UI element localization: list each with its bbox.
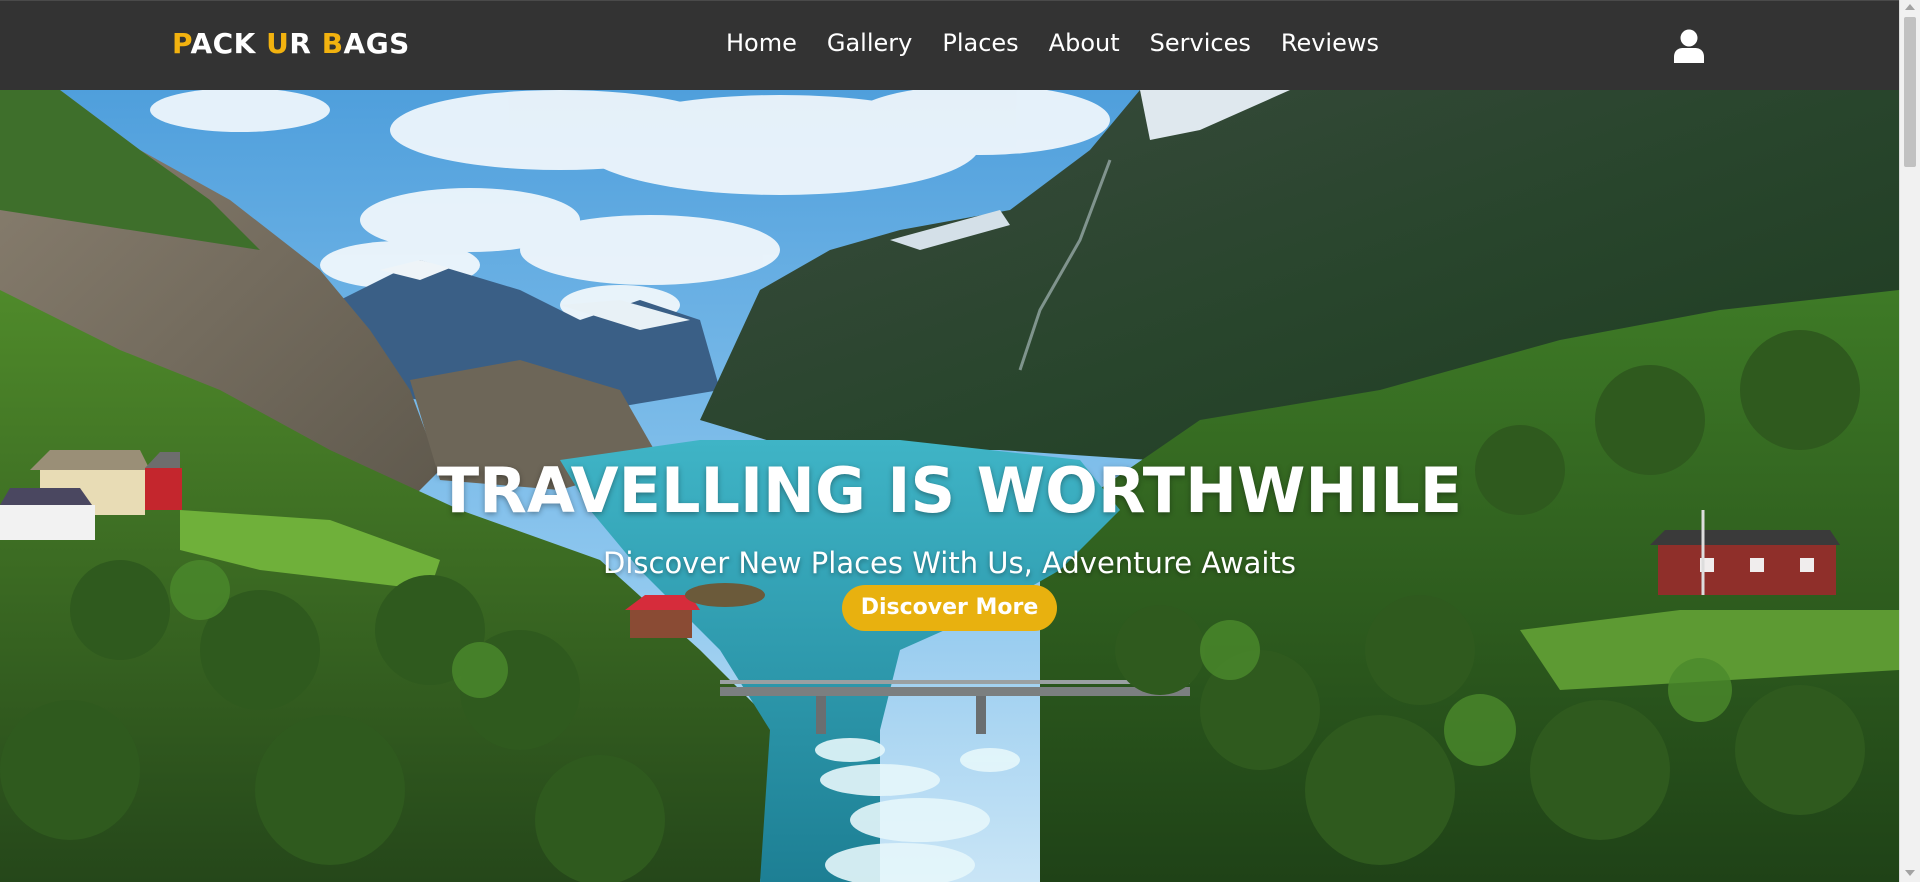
logo-text-ags: AGS [343, 27, 410, 60]
nav-link-services[interactable]: Services [1150, 29, 1251, 57]
nav-link-gallery[interactable]: Gallery [827, 29, 912, 57]
vertical-scrollbar[interactable] [1899, 0, 1920, 882]
nav-link-places[interactable]: Places [942, 29, 1018, 57]
scrollbar-thumb[interactable] [1904, 17, 1916, 167]
logo-letter-u: U [266, 27, 290, 60]
scroll-down-arrow-icon[interactable] [1905, 870, 1915, 876]
logo-letter-p: P [172, 27, 191, 60]
scroll-up-arrow-icon[interactable] [1905, 4, 1915, 10]
nav-link-reviews[interactable]: Reviews [1281, 29, 1379, 57]
nav-link-home[interactable]: Home [726, 29, 797, 57]
hero-title: TRAVELLING IS WORTHWHILE [436, 454, 1463, 527]
nav-link-about[interactable]: About [1049, 29, 1120, 57]
hero-subtitle: Discover New Places With Us, Adventure A… [603, 546, 1296, 580]
logo-text-r: R [289, 27, 322, 60]
nav-links: Home Gallery Places About Services Revie… [726, 29, 1409, 57]
logo-text-ack: ACK [190, 27, 267, 60]
discover-more-button[interactable]: Discover More [842, 585, 1057, 631]
navbar: PACK UR BAGS Home Gallery Places About S… [0, 0, 1899, 90]
logo-letter-b: B [321, 27, 344, 60]
brand-logo[interactable]: PACK UR BAGS [172, 27, 410, 60]
user-icon[interactable] [1673, 29, 1705, 63]
hero-section: TRAVELLING IS WORTHWHILE Discover New Pl… [0, 90, 1899, 882]
